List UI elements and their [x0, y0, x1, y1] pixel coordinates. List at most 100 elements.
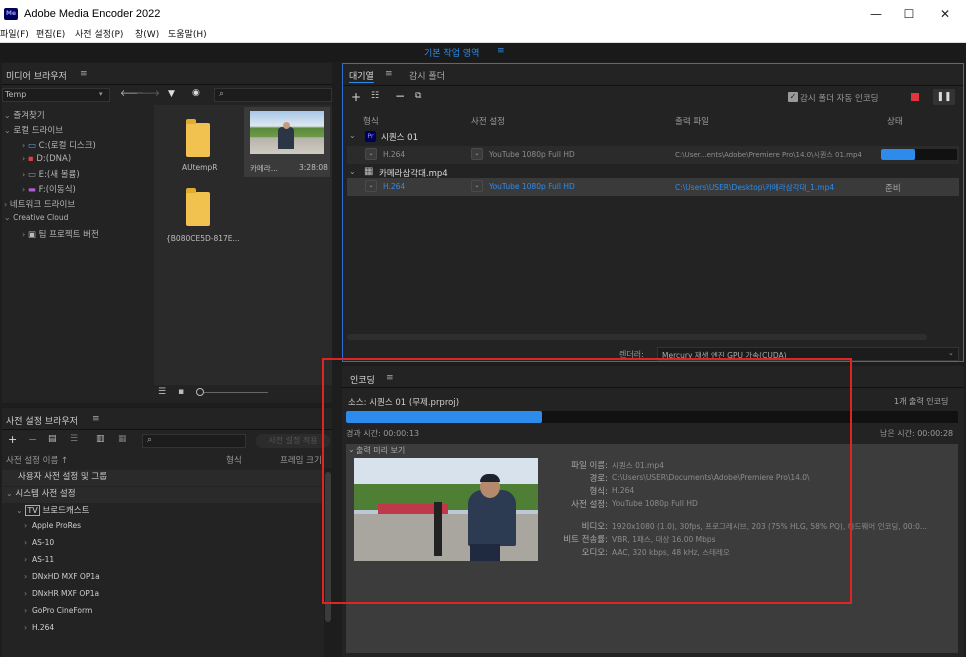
- tree-item-c-drive[interactable]: › ▭ C:(로컬 디스크): [2, 139, 96, 153]
- info-value: C:\Users\USER\Documents\Adobe\Premiere P…: [612, 473, 810, 482]
- duplicate-icon[interactable]: ⧉: [415, 91, 421, 101]
- preset-label: DNxHR MXF OP1a: [31, 589, 100, 598]
- output-preset[interactable]: YouTube 1080p Full HD: [489, 182, 575, 191]
- stop-icon[interactable]: [911, 93, 919, 101]
- queue-output-row[interactable]: ⌄ H.264 ⌄ YouTube 1080p Full HD C:\User.…: [347, 146, 959, 164]
- workspace-label[interactable]: 기본 작업 영역: [424, 46, 479, 59]
- tree-item-d-drive[interactable]: › ▪ D:(DNA): [2, 154, 71, 168]
- add-icon[interactable]: +: [8, 433, 17, 446]
- eye-icon[interactable]: ◉: [192, 88, 200, 98]
- tree-item-f-drive[interactable]: › ▬ F:(이동식): [2, 183, 76, 197]
- pause-button[interactable]: ❚❚: [933, 89, 955, 105]
- forward-arrow-icon[interactable]: 🡒: [136, 88, 160, 99]
- tree-item-network-drives[interactable]: › 네트워크 드라이브: [2, 198, 75, 212]
- preset-row[interactable]: › DNxHR MXF OP1a: [2, 589, 322, 605]
- output-preset[interactable]: YouTube 1080p Full HD: [489, 150, 575, 159]
- video-file-icon: ▦: [364, 166, 374, 177]
- export-icon[interactable]: ▦: [118, 434, 127, 444]
- info-label: 오디오:: [581, 548, 608, 558]
- column-name[interactable]: 사전 설정 이름 ↑: [6, 454, 68, 466]
- preset-scrollbar[interactable]: [324, 468, 332, 657]
- panel-menu-icon[interactable]: ≡: [80, 69, 88, 79]
- output-file[interactable]: C:\User...ents\Adobe\Premiere Pro\14.0\시…: [675, 150, 862, 160]
- preset-row[interactable]: › AS-11: [2, 555, 322, 571]
- chevron-down-icon[interactable]: ⌄: [348, 445, 355, 454]
- zoom-slider-handle[interactable]: [196, 388, 204, 396]
- tab-watch-folders[interactable]: 감시 폴더: [409, 69, 445, 82]
- preset-row[interactable]: › Apple ProRes: [2, 521, 322, 537]
- tree-item-favorites[interactable]: ⌄ 즐겨찾기: [2, 109, 45, 123]
- format-dropdown[interactable]: ⌄: [365, 180, 377, 192]
- menu-help[interactable]: 도움말(H): [168, 29, 207, 41]
- icon-view-icon[interactable]: ▪: [178, 387, 184, 397]
- queue-source-row[interactable]: ⌄ Pr 시퀀스 01: [347, 128, 959, 146]
- column-status[interactable]: 상태: [887, 115, 903, 127]
- preset-group-row[interactable]: 사용자 사전 설정 및 그룹: [2, 470, 322, 486]
- media-item-name: 카메라...: [250, 164, 278, 173]
- tree-item-local-drives[interactable]: ⌄ 로컬 드라이브: [2, 124, 63, 138]
- output-format[interactable]: H.264: [383, 150, 405, 159]
- column-frame-size[interactable]: 프레임 크기: [280, 454, 322, 466]
- preset-settings-icon[interactable]: ☰: [70, 434, 78, 444]
- filter-icon[interactable]: ▼: [168, 89, 175, 99]
- menu-edit[interactable]: 편집(E): [36, 29, 65, 41]
- list-view-icon[interactable]: ☰: [158, 387, 166, 397]
- minimize-button[interactable]: —: [858, 4, 894, 24]
- menu-window[interactable]: 창(W): [135, 29, 159, 41]
- queue-output-row[interactable]: ⌄ H.264 ⌄ YouTube 1080p Full HD C:\Users…: [347, 178, 959, 196]
- maximize-button[interactable]: ☐: [891, 4, 927, 24]
- media-item-folder[interactable]: AUtempR: [156, 107, 243, 177]
- preset-row[interactable]: › GoPro CineForm: [2, 606, 322, 622]
- tab-queue[interactable]: 대기열: [349, 69, 374, 83]
- remove-icon[interactable]: −: [28, 433, 37, 446]
- location-select[interactable]: Temp ▾: [2, 88, 110, 102]
- menu-preset[interactable]: 사전 설정(P): [75, 29, 123, 41]
- preset-settings-icon[interactable]: ☷: [371, 91, 379, 101]
- import-icon[interactable]: ▥: [96, 434, 105, 444]
- preset-category-row[interactable]: ⌄ TV 브로드캐스트: [2, 504, 322, 520]
- preset-dropdown[interactable]: ⌄: [471, 148, 483, 160]
- chevron-down-icon[interactable]: ⌄: [349, 167, 356, 176]
- preset-dropdown[interactable]: ⌄: [471, 180, 483, 192]
- scrollbar-thumb[interactable]: [325, 472, 331, 622]
- tree-item-creative-cloud[interactable]: ⌄ Creative Cloud: [2, 213, 68, 227]
- format-dropdown[interactable]: ⌄: [365, 148, 377, 160]
- apply-preset-button[interactable]: 사전 설정 적용: [256, 434, 330, 448]
- panel-menu-icon[interactable]: ≡: [385, 69, 393, 79]
- preset-row[interactable]: › AS-10: [2, 538, 322, 554]
- media-item-video[interactable]: 카메라... 3:28:08: [244, 107, 330, 177]
- tree-item-e-drive[interactable]: › ▭ E:(새 볼륨): [2, 168, 80, 182]
- column-output[interactable]: 출력 파일: [675, 115, 709, 127]
- column-format[interactable]: 형식: [226, 454, 242, 466]
- info-value: 1920x1080 (1.0), 30fps, 프로그레시브, 203 (75%…: [612, 522, 928, 531]
- renderer-select[interactable]: Mercury 재생 엔진 GPU 가속(CUDA) ⌄: [657, 347, 959, 361]
- menu-file[interactable]: 파일(F): [0, 29, 29, 41]
- info-label: 사전 설정:: [571, 500, 608, 510]
- panel-menu-icon[interactable]: ≡: [386, 373, 394, 383]
- auto-encode-checkbox[interactable]: ✓: [788, 92, 798, 102]
- close-button[interactable]: ✕: [927, 4, 963, 24]
- menu-icon[interactable]: ≡: [497, 46, 505, 56]
- remove-icon[interactable]: −: [395, 89, 405, 103]
- chevron-down-icon[interactable]: ⌄: [349, 131, 356, 140]
- drive-icon: ▪: [27, 154, 34, 164]
- tree-item-team-projects[interactable]: › ▣ 팀 프로젝트 버전: [2, 228, 99, 242]
- panel-menu-icon[interactable]: ≡: [92, 414, 100, 424]
- media-item-folder[interactable]: {B080CE5D-817E...: [156, 178, 243, 248]
- zoom-slider-track[interactable]: [204, 392, 268, 393]
- output-file[interactable]: C:\Users\USER\Desktop\카메라삼각대_1.mp4: [675, 182, 834, 193]
- add-source-icon[interactable]: +: [351, 90, 361, 104]
- output-format[interactable]: H.264: [383, 182, 405, 191]
- media-search-input[interactable]: ⌕: [214, 88, 332, 102]
- preset-row[interactable]: › DNxHD MXF OP1a: [2, 572, 322, 588]
- preview-label: 출력 미리 보기: [356, 446, 406, 455]
- preset-row[interactable]: › H.264: [2, 623, 322, 639]
- preset-search-input[interactable]: ⌕: [142, 434, 246, 448]
- preset-group-row[interactable]: ⌄ 시스템 사전 설정: [2, 487, 322, 503]
- column-preset[interactable]: 사전 설정: [471, 115, 505, 127]
- column-format[interactable]: 형식: [363, 115, 379, 127]
- new-group-icon[interactable]: ▤: [48, 434, 57, 444]
- encoding-status-bar: [881, 149, 957, 160]
- queue-horizontal-scrollbar[interactable]: [347, 334, 927, 340]
- folder-icon: [186, 188, 210, 226]
